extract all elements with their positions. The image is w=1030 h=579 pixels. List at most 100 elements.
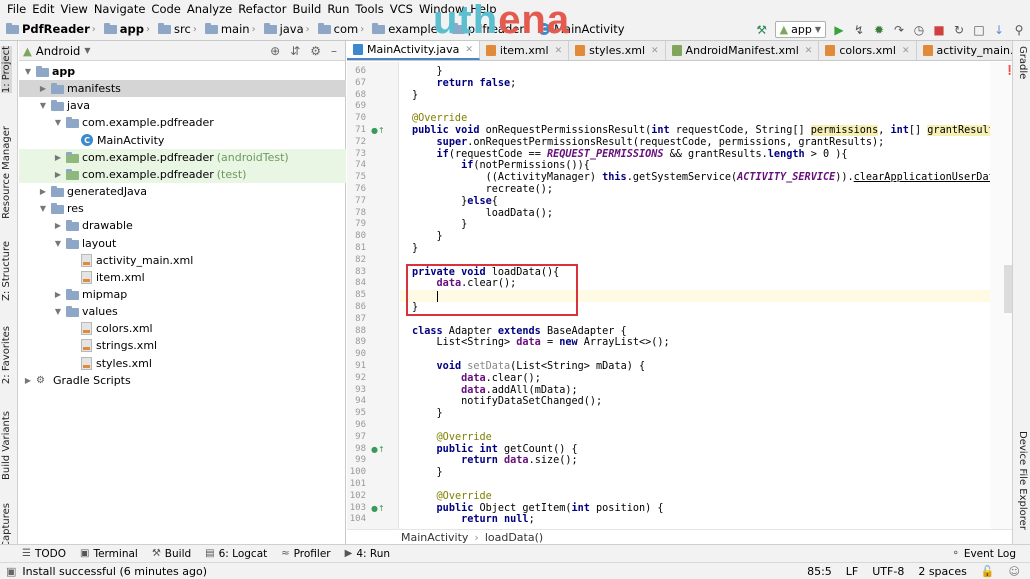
tool-window-1[interactable]: Resource Manager	[1, 126, 12, 219]
locate-icon[interactable]: ⊕	[270, 44, 280, 58]
close-icon[interactable]: ✕	[805, 46, 813, 56]
sync-icon[interactable]: ↻	[952, 23, 966, 37]
tab-mainactivity-java[interactable]: MainActivity.java ✕	[347, 41, 480, 60]
tab-androidmanifest-xml[interactable]: AndroidManifest.xml ✕	[666, 41, 820, 60]
right-tool-window-0[interactable]: Gradle	[1017, 46, 1028, 79]
menu-item-run[interactable]: Run	[324, 2, 352, 16]
inspector-icon[interactable]: ☺	[1009, 565, 1020, 578]
sdk-manager-icon[interactable]: ↓	[992, 23, 1006, 37]
tab-styles-xml[interactable]: styles.xml ✕	[569, 41, 666, 60]
tree-item[interactable]: styles.xml	[19, 355, 346, 372]
menu-item-code[interactable]: Code	[148, 2, 183, 16]
close-icon[interactable]: ✕	[902, 46, 910, 56]
close-icon[interactable]: ✕	[651, 46, 659, 56]
run-config-select[interactable]: ▲ app ▼	[774, 21, 826, 38]
tool-window-5[interactable]: Captures	[1, 503, 12, 548]
menu-item-edit[interactable]: Edit	[29, 2, 57, 16]
breadcrumb-item[interactable]: java ›	[263, 22, 314, 36]
chevron-right-icon[interactable]: ▶	[53, 170, 63, 179]
chevron-down-icon[interactable]: ▼	[53, 118, 63, 127]
tree-item[interactable]: activity_main.xml	[19, 252, 346, 269]
status-toggle-icon[interactable]: ▣	[6, 565, 16, 578]
bottom-tool-terminal[interactable]: ▣ Terminal	[80, 548, 138, 560]
tool-window-3[interactable]: 2: Favorites	[1, 326, 12, 384]
override-icon[interactable]: ●↑	[371, 125, 385, 137]
tool-window-2[interactable]: Z: Structure	[1, 241, 12, 301]
menu-item-tools[interactable]: Tools	[352, 2, 386, 16]
hide-icon[interactable]: –	[331, 44, 337, 58]
tree-item[interactable]: ▶ generatedJava	[19, 183, 346, 200]
tree-item[interactable]: ▼ layout	[19, 235, 346, 252]
chevron-down-icon[interactable]: ▼	[38, 204, 48, 213]
line-separator[interactable]: LF	[846, 565, 858, 578]
override-icon[interactable]: ●↑	[371, 444, 385, 456]
apply-changes-icon[interactable]: ↯	[852, 23, 866, 37]
tree-item[interactable]: ▶ ⚙ Gradle Scripts	[19, 372, 346, 389]
chevron-right-icon[interactable]: ▶	[38, 187, 48, 196]
chevron-down-icon[interactable]: ▼	[53, 239, 63, 248]
tool-window-0[interactable]: 1: Project	[1, 46, 12, 94]
close-icon[interactable]: ✕	[555, 46, 563, 56]
close-icon[interactable]: ✕	[465, 45, 473, 55]
debug-icon[interactable]: ✹	[872, 23, 886, 37]
tab-colors-xml[interactable]: colors.xml ✕	[819, 41, 917, 60]
chevron-right-icon[interactable]: ▶	[53, 290, 63, 299]
collapse-icon[interactable]: ⇵	[290, 44, 300, 58]
chevron-down-icon[interactable]: ▼	[53, 307, 63, 316]
tree-item[interactable]: C MainActivity	[19, 132, 346, 149]
menu-item-refactor[interactable]: Refactor	[235, 2, 289, 16]
file-encoding[interactable]: UTF-8	[872, 565, 904, 578]
tree-item[interactable]: item.xml	[19, 269, 346, 286]
breadcrumb-item[interactable]: PdfReader ›	[6, 22, 100, 36]
chevron-right-icon[interactable]: ▶	[23, 376, 33, 385]
tool-window-4[interactable]: Build Variants	[1, 411, 12, 480]
tree-item[interactable]: ▶ manifests	[19, 80, 346, 98]
avd-manager-icon[interactable]: □	[972, 23, 986, 37]
event-log-button[interactable]: ⚬ Event Log	[951, 548, 1030, 560]
tree-item[interactable]: strings.xml	[19, 337, 346, 354]
tree-item[interactable]: ▼ app	[19, 63, 346, 80]
editor-breadcrumb-item[interactable]: loadData()	[485, 531, 543, 544]
breadcrumb-item[interactable]: src ›	[158, 22, 201, 36]
chevron-down-icon[interactable]: ▼	[38, 101, 48, 110]
code-editor[interactable]: } return false;} @Override public void onR…	[400, 62, 990, 529]
menu-item-vcs[interactable]: VCS	[387, 2, 416, 16]
tree-item[interactable]: ▶ com.example.pdfreader (androidTest)	[19, 148, 346, 166]
tree-item[interactable]: ▼ values	[19, 303, 346, 320]
tree-item[interactable]: ▼ com.example.pdfreader	[19, 114, 346, 131]
menu-item-build[interactable]: Build	[289, 2, 324, 16]
project-view-mode[interactable]: Android	[36, 44, 80, 58]
tree-item[interactable]: ▶ mipmap	[19, 286, 346, 303]
indent-setting[interactable]: 2 spaces	[918, 565, 967, 578]
profile-icon[interactable]: ◷	[912, 23, 926, 37]
gear-icon[interactable]: ⚙	[310, 44, 321, 58]
chevron-right-icon[interactable]: ▶	[53, 221, 63, 230]
bottom-tool-profiler[interactable]: ≈ Profiler	[281, 548, 330, 560]
attach-debugger-icon[interactable]: ↷	[892, 23, 906, 37]
breadcrumb-item[interactable]: app ›	[103, 22, 154, 36]
chevron-down-icon[interactable]: ▼	[23, 67, 33, 76]
run-icon[interactable]: ▶	[832, 23, 846, 37]
scrollbar-thumb[interactable]	[1004, 265, 1012, 313]
tree-item[interactable]: ▶ com.example.pdfreader (test)	[19, 165, 346, 183]
menu-item-navigate[interactable]: Navigate	[91, 2, 149, 16]
tab-activity_main-xml[interactable]: activity_main.xml✕	[917, 41, 1012, 60]
tree-item[interactable]: ▶ drawable	[19, 217, 346, 234]
tab-item-xml[interactable]: item.xml ✕	[480, 41, 570, 60]
tree-item[interactable]: ▼ res	[19, 200, 346, 217]
breadcrumb-item[interactable]: com ›	[317, 22, 369, 36]
chevron-right-icon[interactable]: ▶	[53, 153, 63, 162]
editor-breadcrumb-item[interactable]: MainActivity	[401, 531, 468, 544]
caret-position[interactable]: 85:5	[807, 565, 832, 578]
bottom-tool-6-logcat[interactable]: ▤ 6: Logcat	[205, 548, 267, 560]
menu-item-analyze[interactable]: Analyze	[184, 2, 235, 16]
lock-icon[interactable]: 🔓	[981, 565, 995, 578]
menu-item-view[interactable]: View	[58, 2, 91, 16]
bottom-tool-build[interactable]: ⚒ Build	[152, 548, 191, 560]
tree-item[interactable]: colors.xml	[19, 320, 346, 337]
right-tool-window-1[interactable]: Device File Explorer	[1017, 431, 1028, 530]
stop-icon[interactable]: ■	[932, 23, 946, 37]
error-marker-icon[interactable]: ❗	[1004, 66, 1015, 76]
chevron-down-icon[interactable]: ▼	[84, 46, 90, 55]
chevron-right-icon[interactable]: ▶	[38, 84, 48, 93]
